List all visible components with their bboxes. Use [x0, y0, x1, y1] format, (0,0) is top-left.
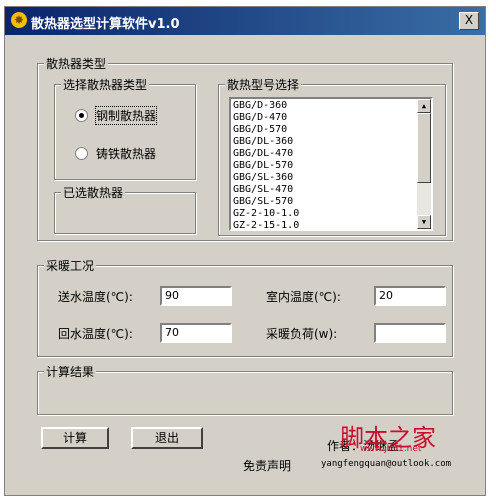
window-title: 散热器选型计算软件v1.0: [31, 17, 180, 32]
list-item[interactable]: GZ-2-10-1.0: [233, 208, 415, 220]
scroll-thumb[interactable]: [417, 113, 431, 183]
list-item[interactable]: GBG/SL-470: [233, 184, 415, 196]
return-temp-input[interactable]: 70: [160, 323, 232, 343]
list-item[interactable]: GBG/D-470: [233, 112, 415, 124]
model-scrollbar[interactable]: ▲ ▼: [417, 99, 431, 229]
room-temp-label: 室内温度(℃):: [266, 290, 341, 304]
heating-group-label: 采暖工况: [44, 257, 97, 274]
radio-steel-dot[interactable]: [75, 109, 88, 122]
supply-temp-label: 送水温度(℃):: [58, 290, 133, 304]
radiator-type-group: 散热器类型 选择散热器类型 钢制散热器 铸铁散热器 已选散热器 散热型号选择 G…: [37, 55, 453, 241]
exit-button[interactable]: 退出: [131, 427, 203, 449]
list-item[interactable]: GBG/D-570: [233, 124, 415, 136]
author-email: yangfengquan@outlook.com: [321, 459, 452, 469]
disclaimer-link[interactable]: 免责声明: [243, 457, 291, 474]
model-listbox[interactable]: GBG/D-360 GBG/D-470 GBG/D-570 GBG/DL-360 GBG…: [229, 97, 433, 231]
radio-cast-iron-label: 铸铁散热器: [96, 147, 157, 161]
result-group: 计算结果: [37, 363, 453, 415]
list-item[interactable]: GBG/SL-360: [233, 172, 415, 184]
return-temp-label: 回水温度(℃):: [58, 327, 133, 341]
radio-cast-iron-dot[interactable]: [75, 147, 88, 160]
heating-group: 采暖工况 送水温度(℃): 90 室内温度(℃): 20 回水温度(℃): 70…: [37, 257, 453, 357]
load-input[interactable]: [374, 323, 446, 343]
app-icon: ✸: [11, 12, 27, 28]
list-item[interactable]: GZ-2-15-1.0: [233, 220, 415, 232]
model-list: GBG/D-360 GBG/D-470 GBG/D-570 GBG/DL-360 GBG…: [233, 100, 415, 232]
result-group-label: 计算结果: [44, 363, 97, 380]
model-select-group: 散热型号选择 GBG/D-360 GBG/D-470 GBG/D-570 GBG/DL…: [218, 76, 446, 236]
list-item[interactable]: GBG/DL-360: [233, 136, 415, 148]
choose-type-label: 选择散热器类型: [61, 76, 150, 93]
scroll-up-icon[interactable]: ▲: [417, 99, 431, 113]
supply-temp-input[interactable]: 90: [160, 286, 232, 306]
title-bar: ✸ 散热器选型计算软件v1.0 X: [5, 7, 485, 35]
list-item[interactable]: GBG/SL-570: [233, 196, 415, 208]
list-item[interactable]: GBG/DL-570: [233, 160, 415, 172]
radio-steel-label: 钢制散热器: [94, 106, 158, 125]
radio-steel[interactable]: 钢制散热器: [75, 106, 158, 125]
radiator-type-group-label: 散热器类型: [44, 55, 109, 72]
scroll-down-icon[interactable]: ▼: [417, 215, 431, 229]
list-item[interactable]: GBG/D-360: [233, 100, 415, 112]
load-label: 采暖负荷(w):: [266, 327, 338, 341]
watermark-url: www.jb51.net: [360, 444, 422, 454]
room-temp-input[interactable]: 20: [374, 286, 446, 306]
radio-cast-iron[interactable]: 铸铁散热器: [75, 145, 156, 162]
close-button[interactable]: X: [459, 12, 479, 30]
choose-type-group: 选择散热器类型 钢制散热器 铸铁散热器: [54, 76, 196, 180]
list-item[interactable]: GBG/DL-470: [233, 148, 415, 160]
calculate-button[interactable]: 计算: [41, 427, 109, 449]
selected-radiator-group: 已选散热器: [54, 184, 196, 234]
selected-radiator-label: 已选散热器: [61, 184, 126, 201]
model-select-label: 散热型号选择: [225, 76, 302, 93]
